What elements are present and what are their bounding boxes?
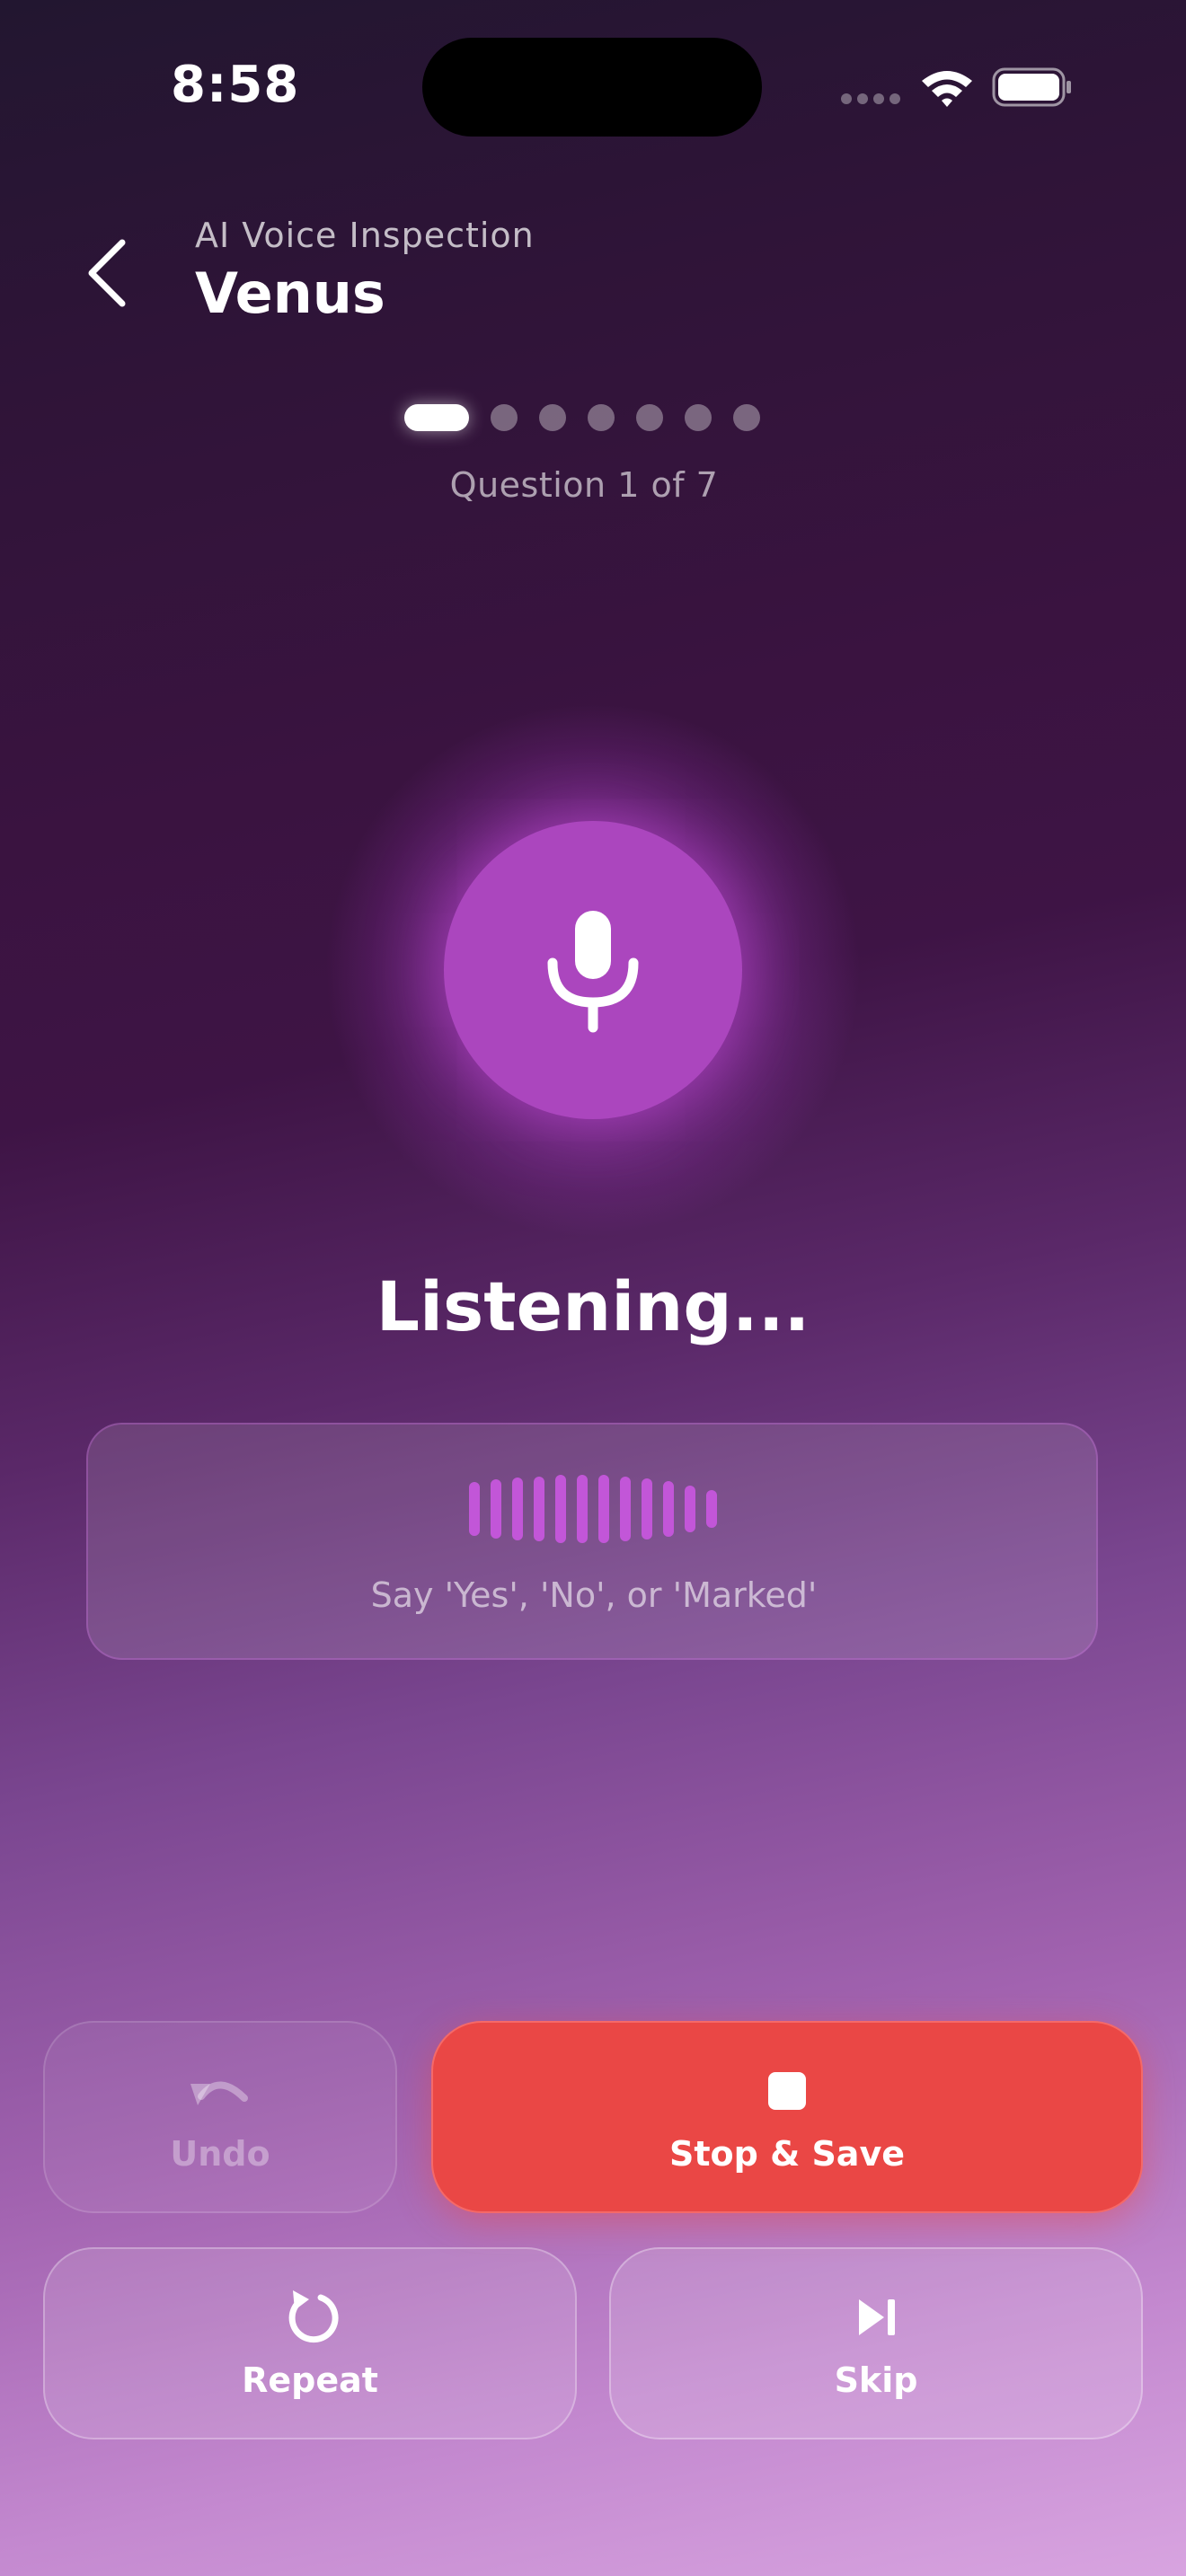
undo-button[interactable]: Undo: [43, 2021, 397, 2213]
cellular-signal-icon: [841, 93, 900, 104]
repeat-label: Repeat: [242, 2360, 378, 2400]
progress-dot: [733, 404, 760, 431]
skip-label: Skip: [834, 2360, 918, 2400]
chevron-left-icon[interactable]: [83, 235, 140, 311]
page-title: Venus: [195, 260, 385, 326]
skip-button[interactable]: Skip: [609, 2247, 1143, 2439]
microphone-button[interactable]: [444, 821, 742, 1119]
skip-forward-icon: [859, 2299, 895, 2335]
stop-and-save-button[interactable]: Stop & Save: [431, 2021, 1143, 2213]
wifi-icon: [922, 71, 972, 107]
progress-dot: [636, 404, 663, 431]
progress-dot-active: [404, 404, 469, 431]
repeat-icon: [288, 2290, 339, 2343]
progress-dot: [685, 404, 712, 431]
battery-icon: [992, 67, 1071, 107]
voice-hint-text: Say 'Yes', 'No', or 'Marked': [370, 1575, 818, 1615]
question-counter: Question 1 of 7: [449, 465, 719, 505]
voice-prompt-card: Say 'Yes', 'No', or 'Marked': [86, 1423, 1098, 1660]
undo-icon: [190, 2081, 248, 2105]
microphone-icon: [547, 911, 639, 1033]
progress-dot: [539, 404, 566, 431]
waveform-icon: [469, 1475, 717, 1543]
question-progress-dots: [404, 404, 760, 431]
stop-and-save-label: Stop & Save: [669, 2134, 905, 2174]
dynamic-island: [422, 38, 762, 137]
voice-inspection-screen: 8:58 AI Voice Inspection Venus Question …: [0, 0, 1186, 2576]
listening-status: Listening...: [376, 1266, 810, 1346]
undo-label: Undo: [170, 2134, 270, 2174]
progress-dot: [588, 404, 615, 431]
repeat-button[interactable]: Repeat: [43, 2247, 577, 2439]
stop-icon: [768, 2072, 806, 2110]
status-time: 8:58: [171, 56, 300, 114]
progress-dot: [491, 404, 518, 431]
page-subtitle: AI Voice Inspection: [195, 216, 535, 255]
